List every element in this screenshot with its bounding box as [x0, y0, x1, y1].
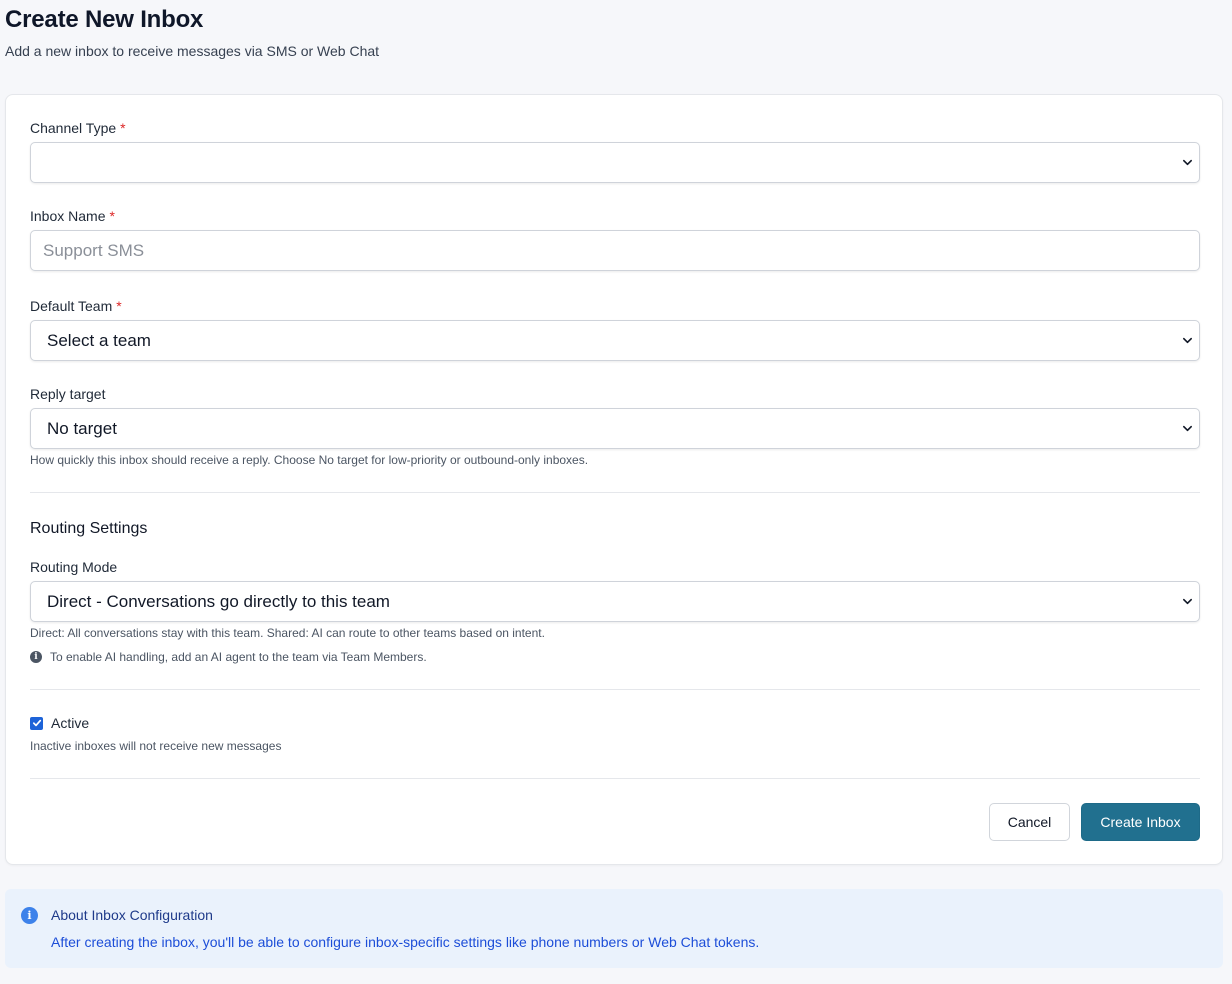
channel-type-select[interactable]	[30, 142, 1200, 183]
routing-mode-select[interactable]: Direct - Conversations go directly to th…	[30, 581, 1200, 622]
reply-target-select[interactable]: No target	[30, 408, 1200, 449]
default-team-select[interactable]: Select a team	[30, 320, 1200, 361]
info-icon: i	[30, 651, 42, 663]
chevron-down-icon	[1183, 425, 1192, 432]
routing-mode-value: Direct - Conversations go directly to th…	[47, 592, 390, 611]
ai-handling-info: i To enable AI handling, add an AI agent…	[30, 650, 427, 664]
active-checkbox[interactable]	[30, 716, 43, 730]
channel-type-label: Channel Type *	[30, 120, 126, 136]
divider	[30, 492, 1200, 493]
routing-mode-help: Direct: All conversations stay with this…	[30, 626, 545, 640]
divider	[30, 778, 1200, 779]
required-mark: *	[116, 298, 122, 314]
required-mark: *	[109, 208, 115, 224]
required-mark: *	[120, 120, 126, 136]
chevron-down-icon	[1183, 598, 1192, 605]
routing-mode-label: Routing Mode	[30, 559, 118, 575]
reply-target-label: Reply target	[30, 386, 106, 402]
inbox-name-label: Inbox Name *	[30, 208, 115, 224]
checkmark-icon	[32, 719, 41, 727]
active-toggle-row[interactable]: Active	[30, 715, 89, 731]
create-inbox-button[interactable]: Create Inbox	[1081, 803, 1200, 841]
active-help: Inactive inboxes will not receive new me…	[30, 739, 282, 753]
info-icon: i	[21, 907, 38, 924]
channel-type-label-text: Channel Type	[30, 120, 117, 136]
info-box-title: About Inbox Configuration	[51, 907, 213, 923]
page-title: Create New Inbox	[5, 6, 204, 33]
create-inbox-form-card: Channel Type* Inbox Name* Default Team* …	[5, 94, 1223, 865]
default-team-label: Default Team *	[30, 298, 122, 314]
divider	[30, 689, 1200, 690]
ai-handling-info-text: To enable AI handling, add an AI agent t…	[50, 650, 427, 664]
inbox-configuration-info-box: i About Inbox Configuration After creati…	[5, 889, 1223, 968]
active-label: Active	[51, 715, 90, 731]
reply-target-help: How quickly this inbox should receive a …	[30, 453, 589, 467]
inbox-name-label-text: Inbox Name	[30, 208, 106, 224]
chevron-down-icon	[1183, 159, 1192, 166]
default-team-label-text: Default Team	[30, 298, 113, 314]
routing-settings-title: Routing Settings	[30, 520, 148, 537]
default-team-value: Select a team	[47, 331, 151, 350]
cancel-button[interactable]: Cancel	[989, 803, 1070, 841]
info-box-body: After creating the inbox, you'll be able…	[51, 934, 760, 950]
page-subtitle: Add a new inbox to receive messages via …	[5, 43, 380, 59]
chevron-down-icon	[1183, 337, 1192, 344]
reply-target-value: No target	[47, 419, 117, 438]
inbox-name-input[interactable]	[30, 230, 1200, 271]
